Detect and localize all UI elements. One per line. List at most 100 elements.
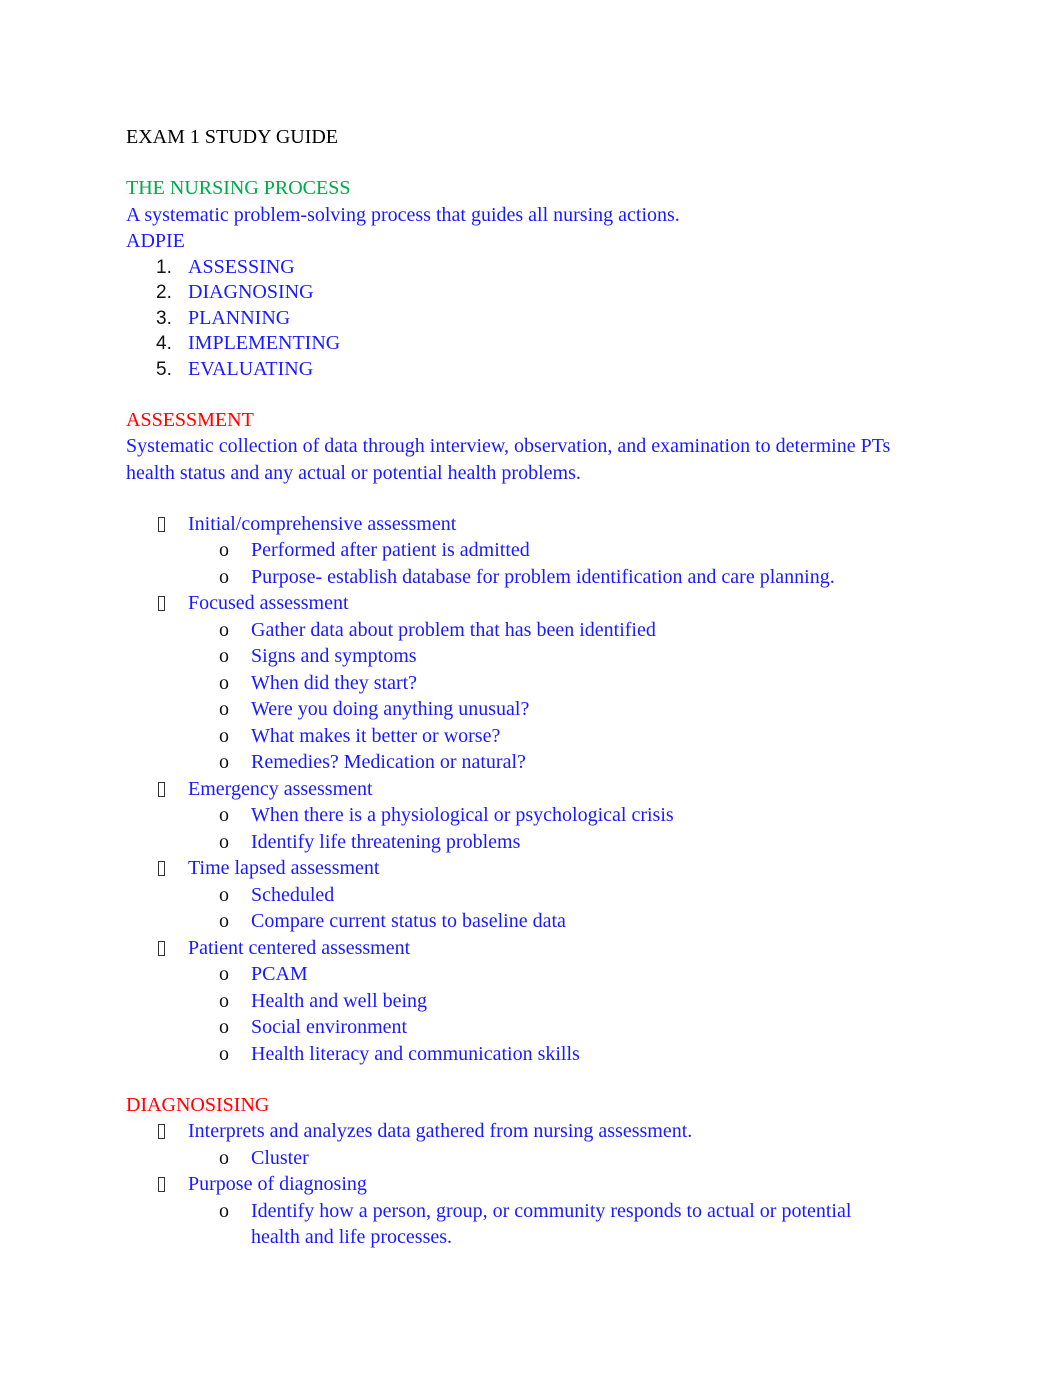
sub-list-item: o Health literacy and communication skill… bbox=[126, 1041, 926, 1068]
sub-list-item-text: When did they start? bbox=[251, 671, 418, 694]
circle-bullet-icon: o bbox=[219, 1199, 229, 1222]
assessment-definition-line2: health status and any actual or potentia… bbox=[126, 461, 581, 484]
list-item: 5. EVALUATING bbox=[126, 357, 926, 383]
sub-list-item-text: Remedies? Medication or natural? bbox=[251, 751, 526, 773]
sub-list-item: o When there is a physiological or psycho… bbox=[126, 802, 926, 829]
circle-bullet-icon: o bbox=[219, 804, 229, 826]
circle-bullet-icon: o bbox=[219, 883, 229, 906]
adpie-acronym: ADPIE bbox=[126, 230, 185, 252]
bullet-icon bbox=[158, 861, 165, 876]
circle-bullet-icon: o bbox=[219, 724, 229, 747]
circle-bullet-icon: o bbox=[219, 830, 229, 853]
list-item-label: Purpose of diagnosing bbox=[188, 1173, 367, 1195]
diagnosing-list: Interprets and analyzes data gathered fr… bbox=[126, 1118, 926, 1251]
circle-bullet-icon: o bbox=[219, 565, 229, 588]
bullet-icon bbox=[158, 516, 165, 532]
step-label: DIAGNOSING bbox=[188, 281, 314, 303]
sub-list-item: o Were you doing anything unusual? bbox=[126, 696, 926, 723]
circle-bullet-icon: o bbox=[219, 910, 229, 932]
sub-list-item: o Identify life threatening problems bbox=[126, 829, 926, 856]
step-label: PLANNING bbox=[188, 306, 291, 329]
sub-list-item: o When did they start? bbox=[126, 670, 926, 697]
list-number: 4. bbox=[156, 333, 172, 354]
list-item: Focused assessment bbox=[126, 590, 926, 617]
sub-list-item: o Scheduled bbox=[126, 882, 926, 909]
list-item-label: Initial/comprehensive assessment bbox=[188, 512, 457, 535]
nursing-steps-list: 1. ASSESSING 2. DIAGNOSING 3. PLANNING 4. IM… bbox=[126, 255, 926, 383]
step-label: EVALUATING bbox=[188, 357, 314, 380]
bullet-icon bbox=[158, 1124, 165, 1139]
list-number: 1. bbox=[156, 256, 172, 278]
sub-list-item: o Social environment bbox=[126, 1014, 926, 1041]
list-item: 1. ASSESSING bbox=[126, 255, 926, 281]
sub-list-item-text: Purpose- establish database for problem … bbox=[251, 565, 835, 588]
list-item-label: Emergency assessment bbox=[188, 777, 373, 800]
sub-list-item-text: Health and well being bbox=[251, 989, 428, 1012]
sub-list-item: o Remedies? Medication or natural? bbox=[126, 749, 926, 776]
circle-bullet-icon: o bbox=[219, 1146, 229, 1169]
list-number: 5. bbox=[156, 358, 172, 380]
circle-bullet-icon: o bbox=[219, 751, 229, 773]
list-item-label: Interprets and analyzes data gathered fr… bbox=[188, 1120, 693, 1142]
bullet-icon bbox=[158, 1177, 165, 1192]
list-item-label: Patient centered assessment bbox=[188, 936, 411, 959]
sub-list-item: o Performed after patient is admitted bbox=[126, 537, 926, 564]
circle-bullet-icon: o bbox=[219, 698, 229, 720]
list-item: Interprets and analyzes data gathered fr… bbox=[126, 1118, 926, 1145]
assessment-heading: ASSESSMENT bbox=[126, 408, 254, 431]
sub-list-item-text: Signs and symptoms bbox=[251, 645, 417, 667]
sub-list-item: o What makes it better or worse? bbox=[126, 723, 926, 750]
list-item: 3. PLANNING bbox=[126, 306, 926, 332]
list-item: 4. IMPLEMENTING bbox=[126, 331, 926, 357]
sub-list-item: o Signs and symptoms bbox=[126, 643, 926, 670]
circle-bullet-icon: o bbox=[219, 963, 229, 985]
circle-bullet-icon: o bbox=[219, 671, 229, 694]
sub-list-item: o PCAM bbox=[126, 961, 926, 988]
list-item: 2. DIAGNOSING bbox=[126, 280, 926, 306]
assessment-list: Initial/comprehensive assessment o Perform… bbox=[126, 511, 926, 1068]
sub-list-item-text: Social environment bbox=[251, 1016, 408, 1038]
sub-list-item-text: Compare current status to baseline data bbox=[251, 910, 566, 932]
bullet-icon bbox=[158, 596, 165, 611]
sub-list-item-text: PCAM bbox=[251, 963, 308, 985]
circle-bullet-icon: o bbox=[219, 539, 229, 561]
circle-bullet-icon: o bbox=[219, 618, 229, 641]
diagnosing-heading: DIAGNOSISING bbox=[126, 1093, 270, 1116]
sub-list-item-text: Were you doing anything unusual? bbox=[251, 698, 530, 720]
list-item: Patient centered assessment bbox=[126, 935, 926, 962]
sub-list-item: o Gather data about problem that has been… bbox=[126, 617, 926, 644]
nursing-process-definition: A systematic problem-solving process tha… bbox=[126, 203, 680, 226]
document-title: EXAM 1 STUDY GUIDE bbox=[126, 126, 339, 148]
step-label: ASSESSING bbox=[188, 255, 295, 278]
list-item: Emergency assessment bbox=[126, 776, 926, 803]
sub-list-item-text: Scheduled bbox=[251, 883, 335, 906]
list-item-label: Focused assessment bbox=[188, 592, 349, 614]
sub-list-item: o Compare current status to baseline data bbox=[126, 908, 926, 935]
sub-list-item: o Identify how a person, group, or commun… bbox=[126, 1198, 926, 1251]
document-page: EXAM 1 STUDY GUIDE THE NURSING PROCESS A… bbox=[126, 124, 926, 1251]
circle-bullet-icon: o bbox=[219, 989, 229, 1012]
step-label: IMPLEMENTING bbox=[188, 332, 341, 354]
sub-list-item-text: Performed after patient is admitted bbox=[251, 539, 530, 561]
sub-list-item-text: Cluster bbox=[251, 1146, 309, 1169]
circle-bullet-icon: o bbox=[219, 1016, 229, 1038]
circle-bullet-icon: o bbox=[219, 645, 229, 667]
sub-list-item: o Purpose- establish database for problem… bbox=[126, 564, 926, 591]
bullet-icon bbox=[158, 940, 165, 956]
list-item: Purpose of diagnosing bbox=[126, 1171, 926, 1198]
list-item-label: Time lapsed assessment bbox=[188, 857, 380, 879]
sub-list-item-text: Identify life threatening problems bbox=[251, 830, 521, 853]
bullet-icon bbox=[158, 781, 165, 797]
sub-list-item-text: When there is a physiological or psychol… bbox=[251, 804, 674, 826]
list-item: Initial/comprehensive assessment bbox=[126, 511, 926, 538]
sub-list-item-text: What makes it better or worse? bbox=[251, 724, 501, 747]
list-number: 2. bbox=[156, 282, 172, 303]
sub-list-item: o Health and well being bbox=[126, 988, 926, 1015]
sub-list-item-text: Health literacy and communication skills bbox=[251, 1042, 580, 1065]
sub-list-item-text: Gather data about problem that has been … bbox=[251, 618, 656, 641]
nursing-process-heading: THE NURSING PROCESS bbox=[126, 177, 351, 199]
list-item: Time lapsed assessment bbox=[126, 855, 926, 882]
assessment-definition-line1: Systematic collection of data through in… bbox=[126, 435, 891, 457]
list-number: 3. bbox=[156, 307, 172, 329]
sub-list-item: o Cluster bbox=[126, 1145, 926, 1172]
